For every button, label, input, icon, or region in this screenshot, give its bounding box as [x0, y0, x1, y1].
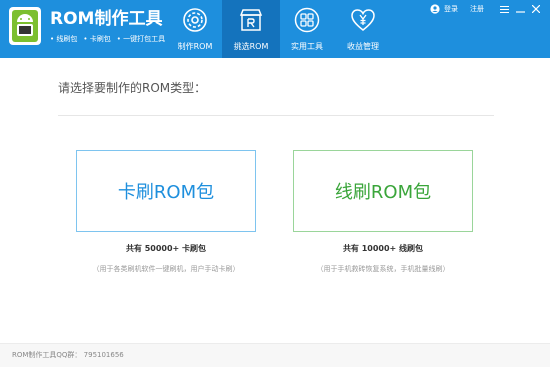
nav-tab-label: 制作ROM: [177, 42, 213, 51]
subtitle-item: • 卡刷包: [83, 35, 111, 43]
android-logo-icon: [9, 7, 41, 45]
nav-tab-earnings[interactable]: 收益管理: [334, 0, 392, 58]
nav-tab-label: 挑选ROM: [233, 42, 269, 51]
window-controls: 登录 注册: [430, 3, 542, 15]
close-button[interactable]: [530, 4, 542, 14]
nav-tab-label: 收益管理: [347, 42, 379, 51]
login-link[interactable]: 登录: [444, 4, 458, 14]
card-flash-description: （用于各类刷机软件一键刷机，用户手动卡刷）: [92, 265, 240, 273]
minimize-icon: [515, 10, 525, 13]
card-flash-count: 共有 50000+ 卡刷包: [125, 244, 207, 253]
menu-icon: [499, 5, 509, 13]
app-title: ROM制作工具: [50, 9, 163, 29]
line-flash-description: （用于手机救砖恢复系统，手机批量线刷）: [316, 265, 450, 273]
register-link[interactable]: 注册: [470, 4, 484, 14]
footer-bar: ROM制作工具QQ群： 795101656: [0, 343, 550, 367]
subtitle-item: • 线刷包: [50, 35, 78, 43]
store-icon: [239, 9, 263, 31]
heart-yen-icon: [351, 9, 375, 31]
nav-tab-pick-rom[interactable]: 挑选ROM: [222, 0, 280, 58]
line-flash-rom-button[interactable]: 线刷ROM包: [293, 150, 473, 232]
card-flash-rom-button[interactable]: 卡刷ROM包: [76, 150, 256, 232]
header-bar: ROM制作工具 • 线刷包 • 卡刷包 • 一键打包工具 制作ROM 挑选ROM…: [0, 0, 550, 58]
nav-tab-tools[interactable]: 实用工具: [278, 0, 336, 58]
footer-qq-group: ROM制作工具QQ群： 795101656: [12, 351, 124, 359]
close-icon: [532, 5, 540, 13]
page-prompt: 请选择要制作的ROM类型：: [58, 81, 207, 95]
gear-icon: [183, 8, 207, 32]
minimize-button[interactable]: [514, 4, 526, 14]
divider: [58, 115, 494, 116]
line-flash-count: 共有 10000+ 线刷包: [342, 244, 424, 253]
subtitle-item: • 一键打包工具: [116, 35, 166, 43]
user-icon: [430, 4, 440, 14]
nav-tab-make-rom[interactable]: 制作ROM: [166, 0, 224, 58]
menu-button[interactable]: [498, 4, 510, 14]
grid-icon: [294, 7, 320, 33]
nav-tab-label: 实用工具: [291, 42, 323, 51]
app-subtitle: • 线刷包 • 卡刷包 • 一键打包工具: [50, 34, 165, 44]
